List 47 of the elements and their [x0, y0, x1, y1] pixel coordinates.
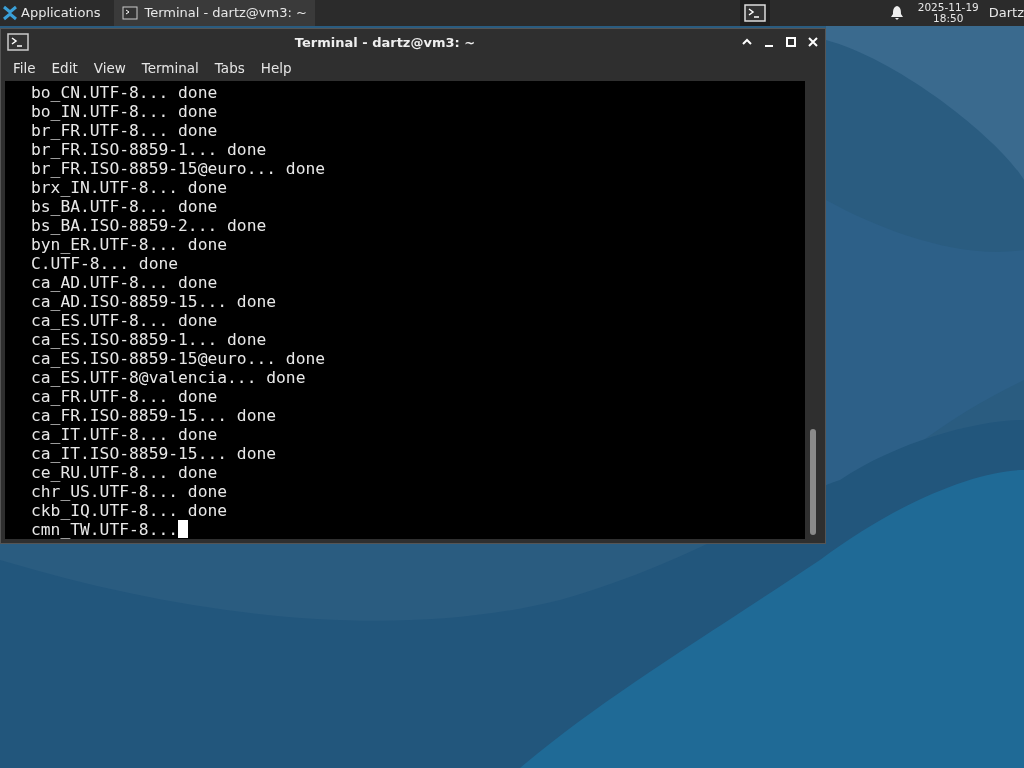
- terminal-line: C.UTF-8... done: [31, 254, 180, 273]
- menu-item[interactable]: File: [5, 58, 44, 79]
- applications-menu[interactable]: Applications: [0, 0, 107, 26]
- terminal-line: ca_ES.UTF-8@valencia... done: [31, 368, 307, 387]
- terminal-line: ca_FR.UTF-8... done: [31, 387, 219, 406]
- scrollbar-thumb[interactable]: [810, 429, 816, 535]
- terminal-line: ca_AD.UTF-8... done: [31, 273, 219, 292]
- terminal-line: br_FR.ISO-8859-15@euro... done: [31, 159, 327, 178]
- terminal-line: ce_RU.UTF-8... done: [31, 463, 219, 482]
- terminal-line: ca_FR.ISO-8859-15... done: [31, 406, 278, 425]
- menu-item[interactable]: Tabs: [206, 58, 253, 79]
- applications-label: Applications: [21, 4, 101, 23]
- clock[interactable]: 2025-11-19 18:50: [917, 2, 979, 24]
- terminal-icon: [743, 4, 766, 22]
- maximize-icon[interactable]: [785, 36, 797, 49]
- menu-item[interactable]: Help: [252, 58, 300, 79]
- terminal-line: br_FR.ISO-8859-1... done: [31, 140, 268, 159]
- terminal-line: ca_IT.UTF-8... done: [31, 425, 219, 444]
- window-title: Terminal - dartz@vm3: ~: [293, 33, 477, 52]
- user-name[interactable]: Dartz: [988, 3, 1024, 23]
- terminal-line: bo_IN.UTF-8... done: [31, 102, 219, 121]
- terminal-line: bs_BA.ISO-8859-2... done: [31, 216, 268, 235]
- terminal-line: br_FR.UTF-8... done: [31, 121, 219, 140]
- menu-item[interactable]: Terminal: [133, 58, 207, 79]
- logo-icon: [2, 5, 18, 21]
- terminal-line: chr_US.UTF-8... done: [31, 482, 229, 501]
- terminal-line: ckb_IQ.UTF-8... done: [31, 501, 229, 520]
- terminal-line: brx_IN.UTF-8... done: [31, 178, 229, 197]
- menu-item[interactable]: Edit: [43, 58, 86, 79]
- task-title: Terminal - dartz@vm3: ~: [144, 4, 307, 23]
- terminal-line: byn_ER.UTF-8... done: [31, 235, 229, 254]
- bell-icon[interactable]: [889, 5, 904, 21]
- taskbar-button[interactable]: Terminal - dartz@vm3: ~: [114, 0, 315, 26]
- terminal-line: cmn_TW.UTF-8...: [31, 520, 179, 539]
- terminal-launcher[interactable]: [739, 0, 770, 26]
- terminal-line: ca_IT.ISO-8859-15... done: [31, 444, 278, 463]
- terminal-icon: [7, 33, 29, 52]
- cursor: [178, 520, 189, 538]
- close-icon[interactable]: [807, 36, 819, 49]
- terminal-line: bo_CN.UTF-8... done: [31, 83, 219, 102]
- terminal-line: ca_AD.ISO-8859-15... done: [31, 292, 278, 311]
- terminal-line: ca_ES.ISO-8859-15@euro... done: [31, 349, 327, 368]
- terminal-icon: [122, 6, 139, 20]
- menu-item[interactable]: View: [85, 58, 134, 79]
- terminal-line: bs_BA.UTF-8... done: [31, 197, 219, 216]
- terminal-line: ca_ES.ISO-8859-1... done: [31, 330, 268, 349]
- terminal-line: ca_ES.UTF-8... done: [31, 311, 219, 330]
